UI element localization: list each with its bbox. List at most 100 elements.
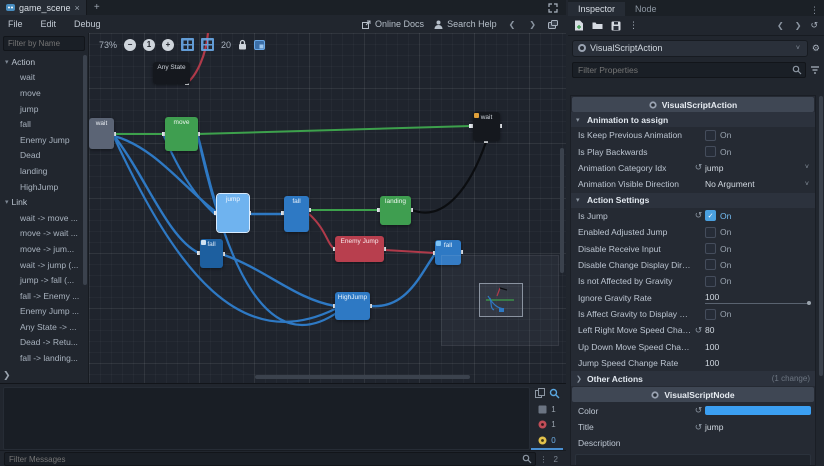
graph-node-fall-2[interactable]: fall: [284, 196, 309, 232]
tab-node[interactable]: Node: [625, 2, 667, 16]
menu-dots-icon[interactable]: ⋮: [540, 455, 548, 464]
expand-panel-icon[interactable]: [548, 3, 558, 13]
tree-group-action[interactable]: ▾Action: [0, 54, 82, 70]
errors-filter-toggle[interactable]: 1: [538, 419, 555, 432]
zoom-out-button[interactable]: −: [124, 39, 136, 51]
inspector-scrollbar[interactable]: [819, 96, 823, 376]
slider-track[interactable]: [705, 303, 811, 304]
lock-icon[interactable]: [238, 39, 247, 50]
dropdown-value[interactable]: jump: [705, 163, 801, 173]
tree-item[interactable]: landing: [0, 163, 82, 179]
history-icon[interactable]: ↺: [810, 20, 818, 31]
tree-item[interactable]: wait -> move ...: [0, 210, 82, 226]
float-panel-icon[interactable]: [548, 20, 558, 29]
tree-item[interactable]: Enemy Jump ...: [0, 304, 82, 320]
resource-options-icon[interactable]: ⚙: [812, 43, 820, 54]
new-resource-icon[interactable]: [574, 20, 584, 31]
checkbox[interactable]: [705, 259, 716, 270]
menu-debug[interactable]: Debug: [66, 17, 109, 31]
checkbox[interactable]: [705, 309, 716, 320]
tree-item[interactable]: move -> wait ...: [0, 226, 82, 242]
filter-properties-input[interactable]: [573, 63, 805, 77]
revert-icon[interactable]: ↺: [692, 405, 705, 416]
snap-step-value[interactable]: 20: [221, 40, 231, 50]
inspector-back-button[interactable]: ❮: [775, 21, 786, 30]
messages-filter-toggle[interactable]: 1: [538, 403, 555, 416]
graph-node-fall-1[interactable]: fall: [200, 239, 223, 268]
search-help-button[interactable]: Search Help: [434, 19, 497, 29]
zoom-reset-button[interactable]: 1: [143, 39, 155, 51]
tree-item[interactable]: fall -> Enemy ...: [0, 288, 82, 304]
tree-item[interactable]: move: [0, 85, 82, 101]
graph-vertical-scrollbar[interactable]: [560, 148, 564, 273]
tree-item[interactable]: wait: [0, 70, 82, 86]
graph-node-landing[interactable]: landing: [380, 196, 411, 225]
zoom-in-button[interactable]: +: [162, 39, 174, 51]
graph-node-any-state[interactable]: Any State: [153, 62, 190, 84]
tree-item[interactable]: fall -> landing...: [0, 350, 82, 366]
tree-item[interactable]: jump -> fall (...: [0, 272, 82, 288]
revert-icon[interactable]: ↺: [692, 422, 705, 433]
menu-edit[interactable]: Edit: [33, 17, 65, 31]
tree-item[interactable]: jump: [0, 101, 82, 117]
number-value[interactable]: 100: [705, 342, 719, 352]
tree-item[interactable]: Enemy Jump: [0, 132, 82, 148]
tree-group-link[interactable]: ▾Link: [0, 194, 82, 210]
snap-distance-icon[interactable]: [201, 38, 214, 51]
revert-icon[interactable]: ↺: [692, 210, 705, 221]
graph-node-move[interactable]: move: [165, 117, 198, 151]
tab-inspector[interactable]: Inspector: [568, 2, 625, 16]
tree-item[interactable]: wait -> jump (...: [0, 257, 82, 273]
dropdown-value[interactable]: No Argument: [705, 179, 801, 189]
tree-item[interactable]: HighJump: [0, 179, 82, 195]
copy-icon[interactable]: [535, 388, 545, 398]
color-swatch[interactable]: [705, 406, 811, 415]
filter-by-name-input[interactable]: [4, 37, 84, 50]
save-resource-icon[interactable]: [611, 21, 621, 31]
tree-item[interactable]: Dead -> Retu...: [0, 335, 82, 351]
resource-dropdown[interactable]: VisualScriptAction ˅: [572, 40, 808, 57]
output-search-icon[interactable]: [549, 388, 560, 399]
tab-close-icon[interactable]: ×: [75, 3, 80, 13]
tree-scrollbar[interactable]: [83, 55, 87, 285]
load-resource-icon[interactable]: [592, 21, 603, 30]
resource-menu-dots-icon[interactable]: ⋮: [629, 20, 638, 31]
checkbox[interactable]: [705, 243, 716, 254]
number-value[interactable]: 80: [705, 325, 714, 335]
checkbox[interactable]: [705, 130, 716, 141]
number-value[interactable]: 100: [705, 358, 719, 368]
category-action-settings[interactable]: ▾Action Settings: [571, 193, 815, 208]
history-back-button[interactable]: ❮: [507, 20, 518, 29]
filter-sort-icon[interactable]: [810, 65, 820, 75]
slider-value[interactable]: 100: [705, 292, 811, 302]
graph-node-jump[interactable]: jump: [217, 194, 249, 232]
checkbox[interactable]: ✓: [705, 210, 716, 221]
menu-file[interactable]: File: [0, 17, 31, 31]
expand-bottom-left-button[interactable]: ❯: [3, 370, 11, 381]
revert-icon[interactable]: ↺: [692, 162, 705, 173]
description-textarea[interactable]: [575, 454, 811, 466]
graph-node-wait-2[interactable]: wait: [473, 112, 500, 141]
checkbox[interactable]: [705, 227, 716, 238]
graph-horizontal-scrollbar[interactable]: [255, 375, 470, 379]
text-value[interactable]: jump: [705, 422, 723, 432]
state-machine-graph-canvas[interactable]: 73% − 1 + 20 Any Statewaitmovejumpfallfa…: [89, 33, 566, 383]
output-log-area[interactable]: [3, 387, 530, 450]
minimap-camera-rect[interactable]: [479, 283, 523, 317]
tree-item[interactable]: move -> jum...: [0, 241, 82, 257]
snap-grid-icon[interactable]: [181, 38, 194, 51]
online-docs-button[interactable]: Online Docs: [362, 19, 424, 29]
checkbox[interactable]: [705, 276, 716, 287]
warnings-filter-toggle[interactable]: 0: [538, 434, 555, 447]
graph-minimap[interactable]: [441, 255, 559, 346]
graph-node-highjump[interactable]: HighJump: [335, 292, 370, 320]
minimap-toggle-icon[interactable]: [254, 40, 265, 50]
tree-item[interactable]: fall: [0, 116, 82, 132]
new-tab-button[interactable]: +: [87, 2, 107, 13]
history-forward-button[interactable]: ❯: [527, 20, 538, 29]
tree-item[interactable]: Any State -> ...: [0, 319, 82, 335]
category-animation-to-assign[interactable]: ▾Animation to assign: [571, 112, 815, 127]
graph-node-wait[interactable]: wait: [89, 118, 114, 149]
tab-game-scene[interactable]: game_scene ×: [0, 0, 87, 15]
filter-messages-input[interactable]: [5, 453, 535, 465]
